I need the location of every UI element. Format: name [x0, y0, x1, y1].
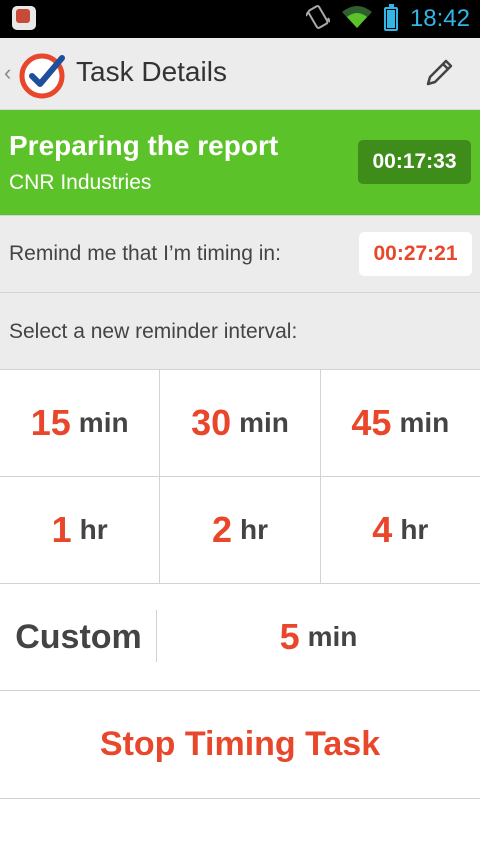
custom-label: Custom [0, 584, 157, 690]
interval-unit: min [399, 407, 450, 438]
task-header: Preparing the report CNR Industries 00:1… [0, 110, 480, 215]
vibrate-icon [305, 4, 331, 35]
interval-grid: 15 min 30 min 45 min 1 hr 2 hr 4 hr [0, 370, 480, 584]
interval-unit: min [239, 407, 289, 438]
interval-value: 30 [191, 402, 232, 443]
status-time: 18:42 [409, 5, 470, 32]
action-bar: ‹ Task Details [0, 38, 480, 110]
custom-interval-row: Custom 5 min [0, 584, 480, 691]
status-icons: 18:42 [305, 0, 470, 38]
interval-value: 4 [372, 509, 393, 550]
interval-unit: hr [240, 514, 268, 545]
task-client: CNR Industries [9, 171, 152, 194]
interval-4-hr-button[interactable]: 4 hr [321, 477, 480, 583]
custom-value: 5 [279, 616, 300, 657]
interval-2-hr-button[interactable]: 2 hr [160, 477, 321, 583]
interval-15-min-button[interactable]: 15 min [0, 370, 161, 476]
select-interval-header: Select a new reminder interval: [0, 293, 480, 370]
wifi-icon [341, 5, 372, 33]
edit-pencil-icon[interactable] [422, 56, 456, 90]
interval-unit: min [78, 407, 129, 438]
page-title: Task Details [76, 56, 227, 87]
elapsed-timer: 00:17:33 [358, 140, 471, 184]
app-notification-icon [12, 6, 38, 32]
reminder-countdown: 00:27:21 [359, 232, 472, 276]
reminder-label: Remind me that I’m timing in: [9, 242, 281, 265]
battery-icon [383, 4, 398, 31]
custom-interval-button[interactable]: 5 min [157, 584, 480, 690]
interval-row: 15 min 30 min 45 min [0, 370, 480, 477]
interval-unit: hr [79, 514, 108, 545]
up-chevron-icon[interactable]: ‹ [4, 60, 11, 86]
select-interval-label: Select a new reminder interval: [9, 320, 298, 343]
interval-30-min-button[interactable]: 30 min [160, 370, 321, 476]
interval-value: 2 [211, 509, 232, 550]
status-bar: 18:42 [0, 0, 480, 38]
task-name: Preparing the report [9, 130, 279, 161]
interval-45-min-button[interactable]: 45 min [321, 370, 480, 476]
interval-value: 1 [51, 509, 72, 550]
stop-timing-button[interactable]: Stop Timing Task [0, 691, 480, 799]
interval-row: 1 hr 2 hr 4 hr [0, 477, 480, 584]
reminder-row: Remind me that I’m timing in: 00:27:21 [0, 215, 480, 293]
interval-1-hr-button[interactable]: 1 hr [0, 477, 161, 583]
custom-unit: min [307, 621, 358, 652]
interval-value: 45 [351, 402, 392, 443]
interval-unit: hr [400, 514, 429, 545]
interval-value: 15 [30, 402, 71, 443]
app-logo-icon[interactable] [18, 50, 68, 100]
